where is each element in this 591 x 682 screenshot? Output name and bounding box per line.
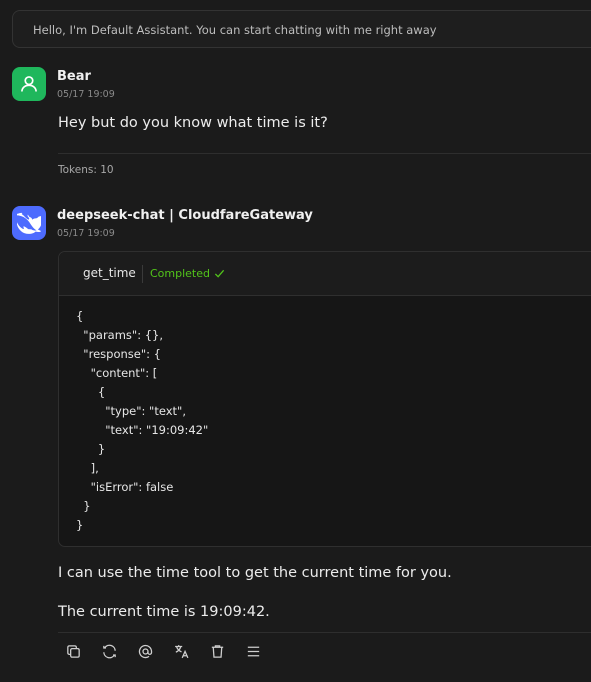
- message-action-bar: [62, 640, 264, 662]
- copy-icon: [66, 644, 80, 658]
- tool-status: Completed: [150, 267, 225, 280]
- tool-result-json: { "params": {}, "response": { "content":…: [76, 309, 209, 532]
- translate-button[interactable]: [170, 640, 192, 662]
- regenerate-icon: [102, 644, 116, 658]
- tool-name: get_time: [83, 266, 136, 280]
- assistant-message-divider: [58, 632, 591, 633]
- user-name: Bear: [57, 69, 91, 84]
- user-message-divider: [58, 153, 591, 154]
- delete-icon: [211, 644, 223, 658]
- check-icon: [214, 269, 225, 278]
- user-icon: [21, 76, 37, 92]
- user-avatar[interactable]: [12, 67, 46, 101]
- tool-call-header[interactable]: get_time Completed: [59, 252, 591, 296]
- tool-status-label: Completed: [150, 267, 210, 280]
- deepseek-whale-icon: [17, 212, 41, 234]
- welcome-banner: Hello, I'm Default Assistant. You can st…: [12, 10, 591, 48]
- more-menu-button[interactable]: [242, 640, 264, 662]
- mention-button[interactable]: [134, 640, 156, 662]
- tool-call-card: get_time Completed { "params": {}, "resp…: [58, 251, 591, 547]
- translate-icon: [174, 644, 188, 658]
- assistant-avatar[interactable]: [12, 206, 46, 240]
- user-message-text: Hey but do you know what time is it?: [58, 115, 328, 131]
- assistant-message-text-1: I can use the time tool to get the curre…: [58, 565, 452, 581]
- mention-icon: [138, 644, 152, 658]
- assistant-model-name: deepseek-chat | CloudfareGateway: [57, 208, 313, 223]
- delete-button[interactable]: [206, 640, 228, 662]
- token-count: Tokens: 10: [58, 164, 114, 176]
- copy-button[interactable]: [62, 640, 84, 662]
- assistant-message-text-2: The current time is 19:09:42.: [58, 604, 270, 620]
- chat-page: Hello, I'm Default Assistant. You can st…: [0, 0, 591, 682]
- regenerate-button[interactable]: [98, 640, 120, 662]
- user-message-time: 05/17 19:09: [57, 89, 115, 100]
- tool-header-separator: [142, 265, 143, 283]
- assistant-message-time: 05/17 19:09: [57, 228, 115, 239]
- menu-icon: [247, 646, 259, 656]
